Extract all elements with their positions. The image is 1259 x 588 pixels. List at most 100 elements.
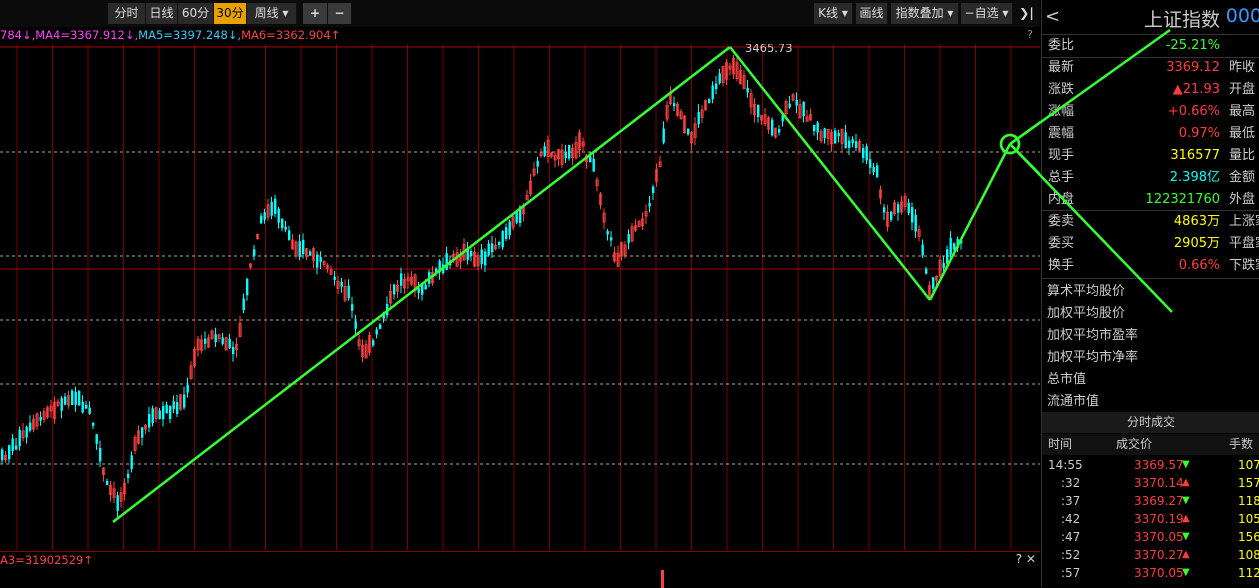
- candle-body: [354, 321, 357, 329]
- quote-value: 0.97%: [1178, 126, 1220, 141]
- candle-body: [848, 140, 851, 148]
- tab-60min[interactable]: 60分: [178, 3, 214, 24]
- quote-row: 委买 2905万平盘家: [1042, 233, 1259, 255]
- quote-label-secondary: 平盘家: [1229, 236, 1259, 251]
- candle-body: [18, 429, 21, 447]
- candle-body: [844, 132, 847, 149]
- trade-price: 3370.05: [1134, 566, 1184, 580]
- quote-row: 震幅 0.97% 最低: [1042, 123, 1259, 145]
- candle-body: [862, 148, 865, 158]
- candle-body: [281, 218, 284, 229]
- candle-body: [662, 128, 665, 143]
- index-stat-item[interactable]: 流通市值: [1047, 390, 1099, 409]
- candle-body: [8, 445, 11, 460]
- candle-body: [648, 203, 651, 207]
- quote-row: 内盘 122321760 外盘: [1042, 189, 1259, 211]
- candle-body: [652, 186, 655, 194]
- candle-body: [228, 338, 231, 349]
- candle-body: [907, 202, 910, 214]
- candle-body: [491, 243, 494, 253]
- tab-daily[interactable]: 日线: [146, 3, 178, 24]
- candle-body: [116, 495, 119, 511]
- candle-body: [771, 119, 774, 136]
- kline-dropdown[interactable]: K线 ▾: [814, 3, 853, 24]
- zoom-in-button[interactable]: +: [303, 3, 328, 24]
- candle-body: [498, 241, 501, 245]
- quote-label: 总手: [1048, 170, 1075, 185]
- candle-body: [214, 334, 217, 343]
- candle-body: [277, 208, 280, 223]
- trade-row: 14:55 3369.57 ▼ 107: [1042, 456, 1259, 474]
- candle-body: [837, 133, 840, 137]
- trend-line: [729, 46, 931, 301]
- trade-volume: 105: [1238, 512, 1259, 526]
- candle-body: [15, 445, 18, 450]
- candle-body: [25, 426, 28, 438]
- candle-body: [778, 129, 781, 133]
- trade-volume: 112: [1238, 566, 1259, 580]
- candle-body: [99, 448, 102, 462]
- chart-toolbar: 分时 日线 60分 30分 周线 ▾ + − K线 ▾ 画线 指数叠加 ▾ −自…: [0, 0, 1040, 27]
- index-stat-item[interactable]: 加权平均市盈率: [1047, 324, 1138, 343]
- candle-body: [165, 404, 168, 414]
- trade-row: :52 3370.27 ▲ 108: [1042, 546, 1259, 564]
- trades-title[interactable]: 分时成交: [1042, 412, 1259, 433]
- collapse-panel-icon[interactable]: ❯|: [1017, 3, 1037, 24]
- candle-body: [610, 237, 613, 241]
- trade-time: :52: [1061, 548, 1081, 562]
- candle-body: [543, 146, 546, 156]
- candle-body: [232, 346, 235, 355]
- quote-label-secondary: 最高: [1229, 104, 1256, 119]
- index-stat-item[interactable]: 加权平均股价: [1047, 302, 1125, 321]
- candle-body: [347, 285, 350, 299]
- candle-body: [60, 398, 63, 411]
- trade-price: 3370.14: [1134, 476, 1184, 490]
- candle-body: [946, 249, 949, 264]
- index-stat-item[interactable]: 总市值: [1047, 368, 1086, 387]
- candle-body: [484, 251, 487, 266]
- trade-time: 14:55: [1048, 458, 1083, 472]
- tab-weekly-dropdown[interactable]: 周线 ▾: [247, 3, 297, 24]
- candle-body: [81, 401, 84, 413]
- candle-body: [697, 111, 700, 125]
- tab-30min[interactable]: 30分: [214, 3, 247, 24]
- candle-body: [711, 85, 714, 100]
- down-arrow-icon: ▼: [1182, 495, 1190, 506]
- candle-body: [74, 391, 77, 405]
- zoom-out-button[interactable]: −: [328, 3, 352, 24]
- candle-body: [536, 160, 539, 167]
- quote-label: 内盘: [1048, 192, 1075, 207]
- kline-chart[interactable]: 3465.73: [0, 44, 1040, 550]
- chevron-left-icon[interactable]: <: [1045, 6, 1060, 27]
- quote-label: 涨跌: [1048, 82, 1075, 97]
- candle-body: [865, 146, 868, 161]
- panel-header: < 上证指数 000: [1042, 0, 1259, 35]
- candle-body: [932, 277, 935, 289]
- trade-row: :47 3370.05 ▼ 156: [1042, 528, 1259, 546]
- volume-panel-icons[interactable]: ? ✕: [1016, 552, 1036, 566]
- quote-value: 316577: [1170, 148, 1220, 163]
- index-name: 上证指数: [1143, 9, 1220, 31]
- index-stat-item[interactable]: 算术平均股价: [1047, 280, 1125, 299]
- tab-intraday[interactable]: 分时: [108, 3, 146, 24]
- trades-header: 时间 成交价 手数: [1042, 434, 1259, 455]
- index-stat-item[interactable]: 加权平均市净率: [1047, 346, 1138, 365]
- index-overlay-dropdown[interactable]: 指数叠加 ▾: [891, 3, 959, 24]
- trades-price-header: 成交价: [1116, 437, 1153, 451]
- quote-label-secondary: 开盘: [1229, 82, 1256, 97]
- help-icon[interactable]: ?: [1027, 28, 1033, 41]
- ma-value: 784↓,: [0, 28, 36, 42]
- trade-volume: 157: [1238, 476, 1259, 490]
- watchlist-dropdown[interactable]: −自选 ▾: [961, 3, 1013, 24]
- trade-row: :37 3369.27 ▼ 118: [1042, 492, 1259, 510]
- candle-body: [921, 244, 924, 256]
- candle-body: [872, 166, 875, 173]
- candle-body: [169, 405, 172, 419]
- candle-body: [568, 145, 571, 159]
- candle-body: [501, 231, 504, 248]
- draw-line-button[interactable]: 画线: [856, 3, 888, 24]
- down-arrow-icon: ▼: [1182, 531, 1190, 542]
- candle-body: [400, 273, 403, 286]
- quote-value: 4863万: [1173, 214, 1220, 229]
- trades-volume-header: 手数: [1229, 437, 1254, 451]
